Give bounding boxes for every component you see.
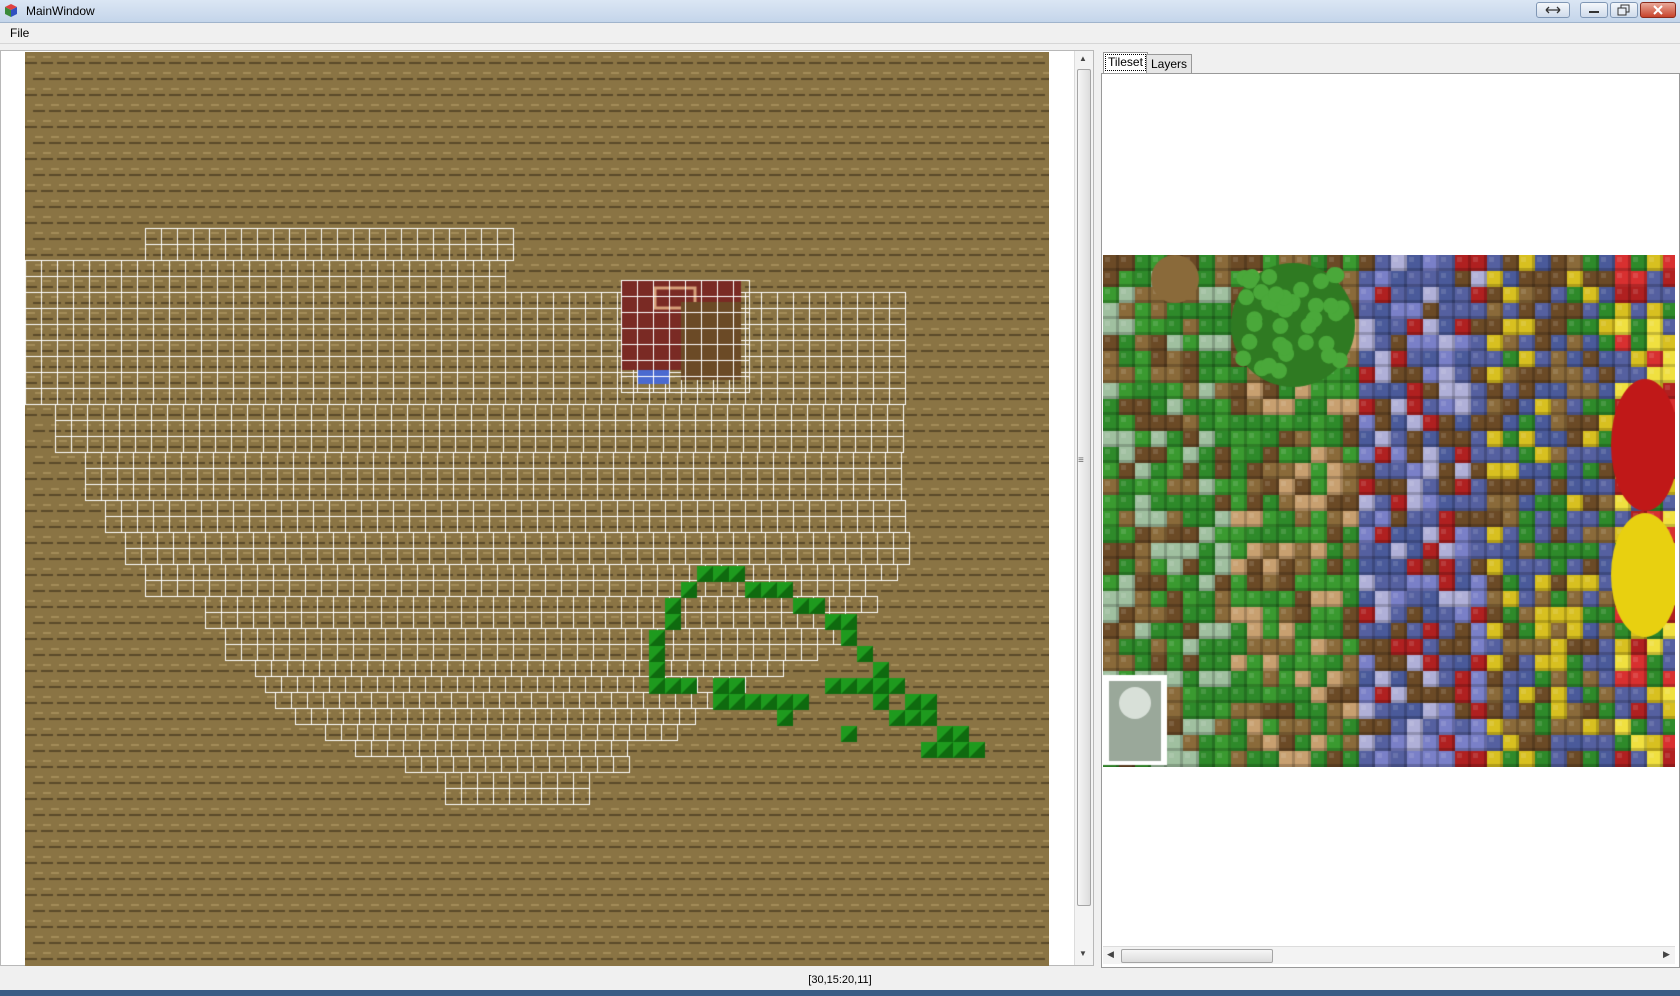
maximize-button[interactable] [1610,2,1638,18]
resize-button[interactable] [1536,2,1570,18]
tab-tileset[interactable]: Tileset [1103,52,1148,73]
close-button[interactable] [1640,2,1676,18]
scroll-down-arrow-icon[interactable]: ▼ [1079,949,1087,958]
tileset-scroll-thumb[interactable] [1121,949,1273,963]
window-title: MainWindow [26,4,95,18]
cube-icon [5,4,17,17]
scroll-left-arrow-icon[interactable]: ◀ [1107,949,1114,960]
title-bar: MainWindow [0,0,1680,23]
double-arrow-icon [1545,6,1561,14]
os-taskbar [0,990,1680,996]
minimize-button[interactable] [1580,2,1608,18]
map-vertical-scrollbar[interactable]: ▲ ▼ [1074,51,1093,965]
grip-icon[interactable]: ≡ [1078,455,1084,466]
scroll-right-arrow-icon[interactable]: ▶ [1663,949,1670,960]
map-canvas[interactable] [25,52,1049,966]
cursor-coordinates: [30,15:20,11] [808,974,872,986]
menu-file[interactable]: File [8,26,31,40]
minimize-icon [1589,11,1599,13]
tileset-canvas[interactable] [1103,255,1675,767]
map-scroll-thumb[interactable] [1077,69,1091,906]
restore-icon [1617,4,1630,16]
tab-layers[interactable]: Layers [1146,54,1193,73]
menu-bar: File [0,23,1680,44]
close-icon [1653,5,1663,15]
status-bar: [30,15:20,11] [0,970,1680,990]
tileset-horizontal-scrollbar[interactable]: ◀ ▶ [1103,946,1675,964]
scroll-up-arrow-icon[interactable]: ▲ [1079,54,1087,63]
